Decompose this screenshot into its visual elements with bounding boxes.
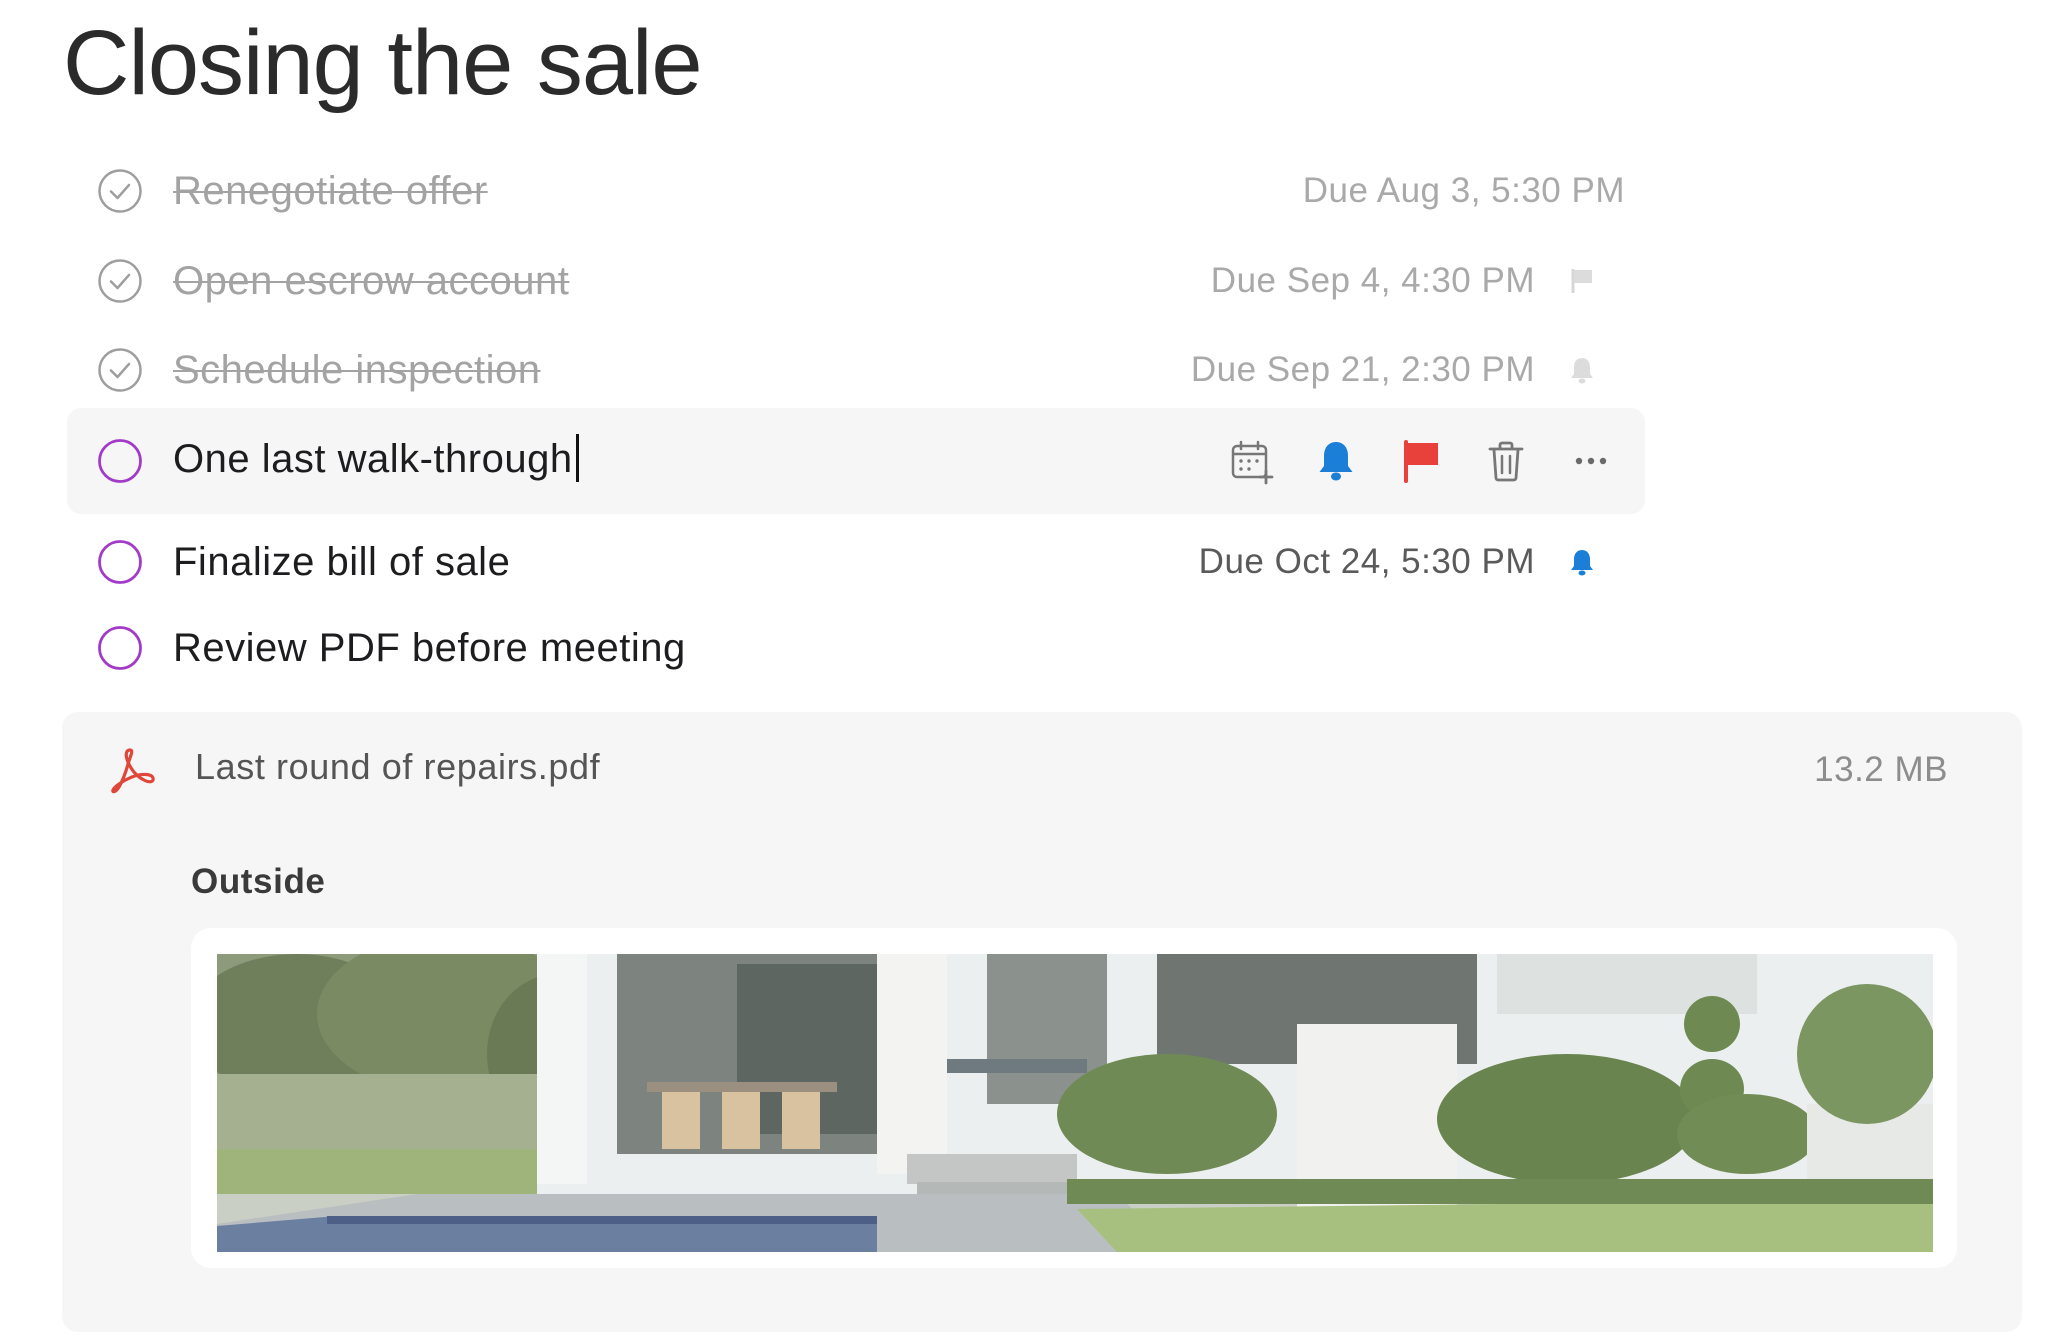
pdf-icon xyxy=(104,742,158,796)
task-title[interactable]: Open escrow account xyxy=(173,259,569,304)
text-cursor xyxy=(575,434,579,483)
task-title[interactable]: Renegotiate offer xyxy=(173,169,488,214)
calendar-add-icon[interactable] xyxy=(1228,437,1276,485)
task-complete-toggle[interactable] xyxy=(97,539,143,585)
task-title[interactable]: Schedule inspection xyxy=(173,348,541,393)
house-exterior-photo xyxy=(217,954,1933,1252)
completed-checkmark-icon[interactable] xyxy=(97,347,143,393)
bell-icon[interactable] xyxy=(1312,437,1360,485)
flag-icon[interactable] xyxy=(1397,437,1445,485)
task-title-text[interactable]: One last walk-through xyxy=(173,437,573,481)
flag-icon xyxy=(1567,266,1597,296)
task-due-date: Due Aug 3, 5:30 PM xyxy=(1302,171,1625,210)
task-due-date: Due Oct 24, 5:30 PM xyxy=(1198,542,1535,581)
trash-icon[interactable] xyxy=(1482,437,1530,485)
attachment-file-name[interactable]: Last round of repairs.pdf xyxy=(195,746,600,788)
pdf-attachment[interactable]: Last round of repairs.pdf 13.2 MB Outsid… xyxy=(62,712,2022,1332)
task-title-input[interactable]: One last walk-through xyxy=(173,434,579,485)
task-row[interactable]: Open escrow account Due Sep 4, 4:30 PM xyxy=(67,237,1645,325)
task-row-editing[interactable]: One last walk-through xyxy=(67,408,1645,514)
page-title: Closing the sale xyxy=(63,12,703,114)
completed-checkmark-icon[interactable] xyxy=(97,168,143,214)
task-title[interactable]: Finalize bill of sale xyxy=(173,540,510,585)
attachment-file-size: 13.2 MB xyxy=(1814,750,1948,789)
pdf-preview-card[interactable] xyxy=(191,928,1957,1268)
task-due-date: Due Sep 4, 4:30 PM xyxy=(1210,261,1535,300)
more-icon[interactable] xyxy=(1567,437,1615,485)
task-row[interactable]: Renegotiate offer Due Aug 3, 5:30 PM xyxy=(67,147,1645,235)
reminders-list-page: Closing the sale Renegotiate offer Due A… xyxy=(0,0,2054,1342)
task-due-date: Due Sep 21, 2:30 PM xyxy=(1190,350,1535,389)
task-complete-toggle[interactable] xyxy=(97,438,143,484)
task-row[interactable]: Schedule inspection Due Sep 21, 2:30 PM xyxy=(67,326,1645,414)
task-complete-toggle[interactable] xyxy=(97,625,143,671)
task-row[interactable]: Finalize bill of sale Due Oct 24, 5:30 P… xyxy=(67,518,1645,606)
bell-icon xyxy=(1567,547,1597,577)
pdf-section-heading: Outside xyxy=(191,862,326,901)
task-row[interactable]: Review PDF before meeting xyxy=(67,604,1645,692)
bell-icon xyxy=(1567,355,1597,385)
task-title[interactable]: Review PDF before meeting xyxy=(173,626,686,671)
completed-checkmark-icon[interactable] xyxy=(97,258,143,304)
